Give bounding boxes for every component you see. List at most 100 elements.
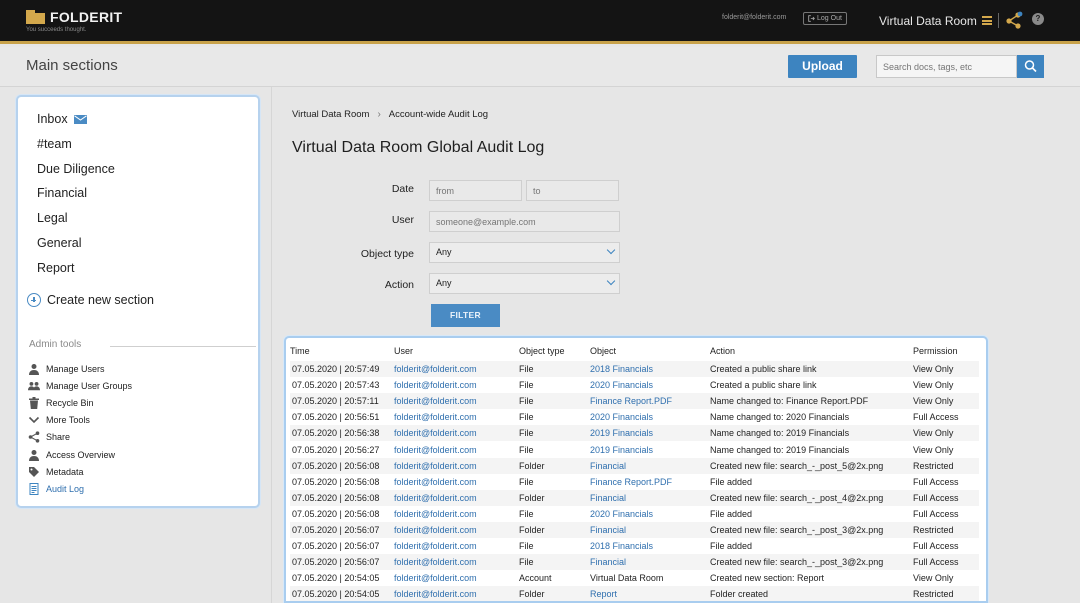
cell-user[interactable]: folderit@folderit.com: [394, 361, 519, 378]
search-button[interactable]: [1017, 55, 1044, 78]
column-header-object[interactable]: Object: [590, 341, 710, 361]
column-header-action[interactable]: Action: [710, 341, 913, 361]
admin-item-label: Recycle Bin: [46, 398, 94, 408]
create-section-button[interactable]: Create new section: [27, 293, 154, 307]
cell-action: Name changed to: Finance Report.PDF: [710, 393, 913, 410]
cell-user[interactable]: folderit@folderit.com: [394, 409, 519, 425]
cell-user[interactable]: folderit@folderit.com: [394, 474, 519, 490]
users-icon: [28, 381, 40, 391]
cell-permission: View Only: [913, 425, 979, 442]
admin-item-manage-user-groups[interactable]: Manage User Groups: [28, 380, 132, 392]
admin-item-recycle-bin[interactable]: Recycle Bin: [28, 397, 94, 409]
cell-action: Name changed to: 2020 Financials: [710, 412, 850, 423]
cell-user[interactable]: folderit@folderit.com: [394, 570, 519, 586]
cell-object[interactable]: 2018 Financials: [590, 538, 710, 554]
cell-user[interactable]: folderit@folderit.com: [394, 457, 519, 474]
search-input[interactable]: [876, 55, 1017, 78]
cell-permission: View Only: [913, 393, 979, 410]
sidebar-item-team[interactable]: #team: [37, 137, 72, 151]
table-row: 07.05.2020 | 20:54:05 folderit@folderit.c…: [290, 570, 979, 586]
cell-object-type: File: [519, 393, 590, 410]
cell-object-type: File: [519, 476, 534, 487]
action-select[interactable]: Any: [429, 273, 620, 294]
admin-item-share[interactable]: Share: [28, 431, 70, 443]
cell-time: 07.05.2020 | 20:54:05: [292, 573, 380, 584]
cell-user[interactable]: folderit@folderit.com: [394, 554, 519, 571]
cell-object[interactable]: 2019 Financials: [590, 425, 710, 442]
cell-user[interactable]: folderit@folderit.com: [394, 393, 519, 410]
cell-action: Folder created: [710, 586, 913, 601]
admin-item-more-tools[interactable]: More Tools: [28, 414, 90, 426]
sidebar-item-inbox[interactable]: Inbox: [37, 112, 87, 126]
cell-user[interactable]: folderit@folderit.com: [394, 489, 519, 506]
cell-user[interactable]: folderit@folderit.com: [394, 441, 519, 457]
breadcrumb-item-vdr[interactable]: Virtual Data Room: [292, 109, 369, 120]
cell-object[interactable]: Financial: [590, 521, 710, 539]
admin-item-access-overview[interactable]: Access Overview: [28, 449, 115, 461]
cell-object[interactable]: Finance Report.PDF: [590, 393, 710, 410]
cell-user[interactable]: folderit@folderit.com: [394, 425, 519, 442]
cell-permission: View Only: [913, 361, 979, 378]
column-header-user[interactable]: User: [394, 341, 519, 361]
admin-item-label: Audit Log: [46, 484, 85, 494]
chevron-down-icon: [28, 416, 40, 424]
object-type-value: Any: [436, 247, 452, 257]
cell-user[interactable]: folderit@folderit.com: [394, 521, 519, 539]
cell-object[interactable]: Finance Report.PDF: [590, 474, 710, 490]
admin-item-metadata[interactable]: Metadata: [28, 466, 84, 478]
sidebar-item-legal[interactable]: Legal: [37, 211, 68, 225]
cell-user[interactable]: folderit@folderit.com: [394, 506, 519, 522]
sub-header: Main sections Upload: [0, 47, 1080, 87]
cell-permission: View Only: [913, 573, 954, 584]
cell-user[interactable]: folderit@folderit.com: [394, 586, 519, 601]
date-from-input[interactable]: [429, 180, 522, 201]
logout-button[interactable]: Log Out: [803, 12, 847, 25]
cell-object[interactable]: 2019 Financials: [590, 441, 710, 457]
share-icon[interactable]: [1004, 10, 1024, 30]
breadcrumb: Virtual Data Room › Account-wide Audit L…: [292, 109, 488, 120]
action-label: Action: [384, 279, 414, 291]
object-type-select[interactable]: Any: [429, 242, 620, 263]
cell-time: 07.05.2020 | 20:56:07: [292, 541, 380, 552]
cell-user[interactable]: folderit@folderit.com: [394, 377, 519, 393]
admin-item-manage-users[interactable]: Manage Users: [28, 363, 105, 375]
cell-object[interactable]: Financial: [590, 554, 710, 571]
cell-object[interactable]: Report: [590, 586, 710, 601]
cell-user[interactable]: folderit@folderit.com: [394, 538, 519, 554]
column-header-object-type[interactable]: Object type: [519, 341, 590, 361]
column-header-time[interactable]: Time: [290, 341, 394, 361]
user-input[interactable]: [429, 211, 620, 232]
audit-log-table-panel: Time User Object type Object Action Perm…: [284, 336, 988, 603]
help-icon[interactable]: ?: [1032, 13, 1044, 25]
admin-item-audit-log[interactable]: Audit Log: [28, 483, 84, 495]
cell-permission: View Only: [913, 380, 954, 391]
cell-object[interactable]: 2020 Financials: [590, 506, 710, 522]
sidebar-item-general[interactable]: General: [37, 236, 81, 250]
hamburger-menu-icon[interactable]: [982, 16, 992, 25]
cell-object[interactable]: 2018 Financials: [590, 361, 710, 378]
date-to-input[interactable]: [526, 180, 619, 201]
cell-object[interactable]: Financial: [590, 457, 710, 474]
sidebar-item-report[interactable]: Report: [37, 261, 75, 275]
upload-button[interactable]: Upload: [788, 55, 857, 78]
cell-object[interactable]: Financial: [590, 489, 710, 506]
filter-button[interactable]: FILTER: [431, 304, 500, 327]
user-icon: [29, 364, 39, 375]
cell-object[interactable]: 2020 Financials: [590, 377, 710, 393]
cell-time: 07.05.2020 | 20:56:08: [292, 476, 380, 487]
folderit-logo[interactable]: FOLDERIT You succeeds thought.: [26, 9, 122, 33]
sidebar-item-due-diligence[interactable]: Due Diligence: [37, 162, 115, 176]
cell-action: File added: [710, 541, 753, 552]
workspace-title[interactable]: Virtual Data Room: [879, 14, 977, 28]
cell-object-type: File: [519, 425, 590, 442]
table-row: 07.05.2020 | 20:57:43 folderit@folderit.c…: [290, 377, 979, 393]
table-header-row: Time User Object type Object Action Perm…: [290, 341, 979, 361]
cell-permission: Full Access: [913, 508, 959, 519]
table-row: 07.05.2020 | 20:57:49 folderit@folderit.c…: [290, 361, 979, 378]
sidebar-item-financial[interactable]: Financial: [37, 186, 87, 200]
cell-object[interactable]: 2020 Financials: [590, 409, 710, 425]
column-header-permission[interactable]: Permission: [913, 341, 979, 361]
table-row: 07.05.2020 | 20:56:08 folderit@folderit.c…: [290, 474, 979, 490]
table-row: 07.05.2020 | 20:56:07 folderit@folderit.c…: [290, 538, 979, 554]
sidebar-item-label: Inbox: [37, 112, 68, 126]
